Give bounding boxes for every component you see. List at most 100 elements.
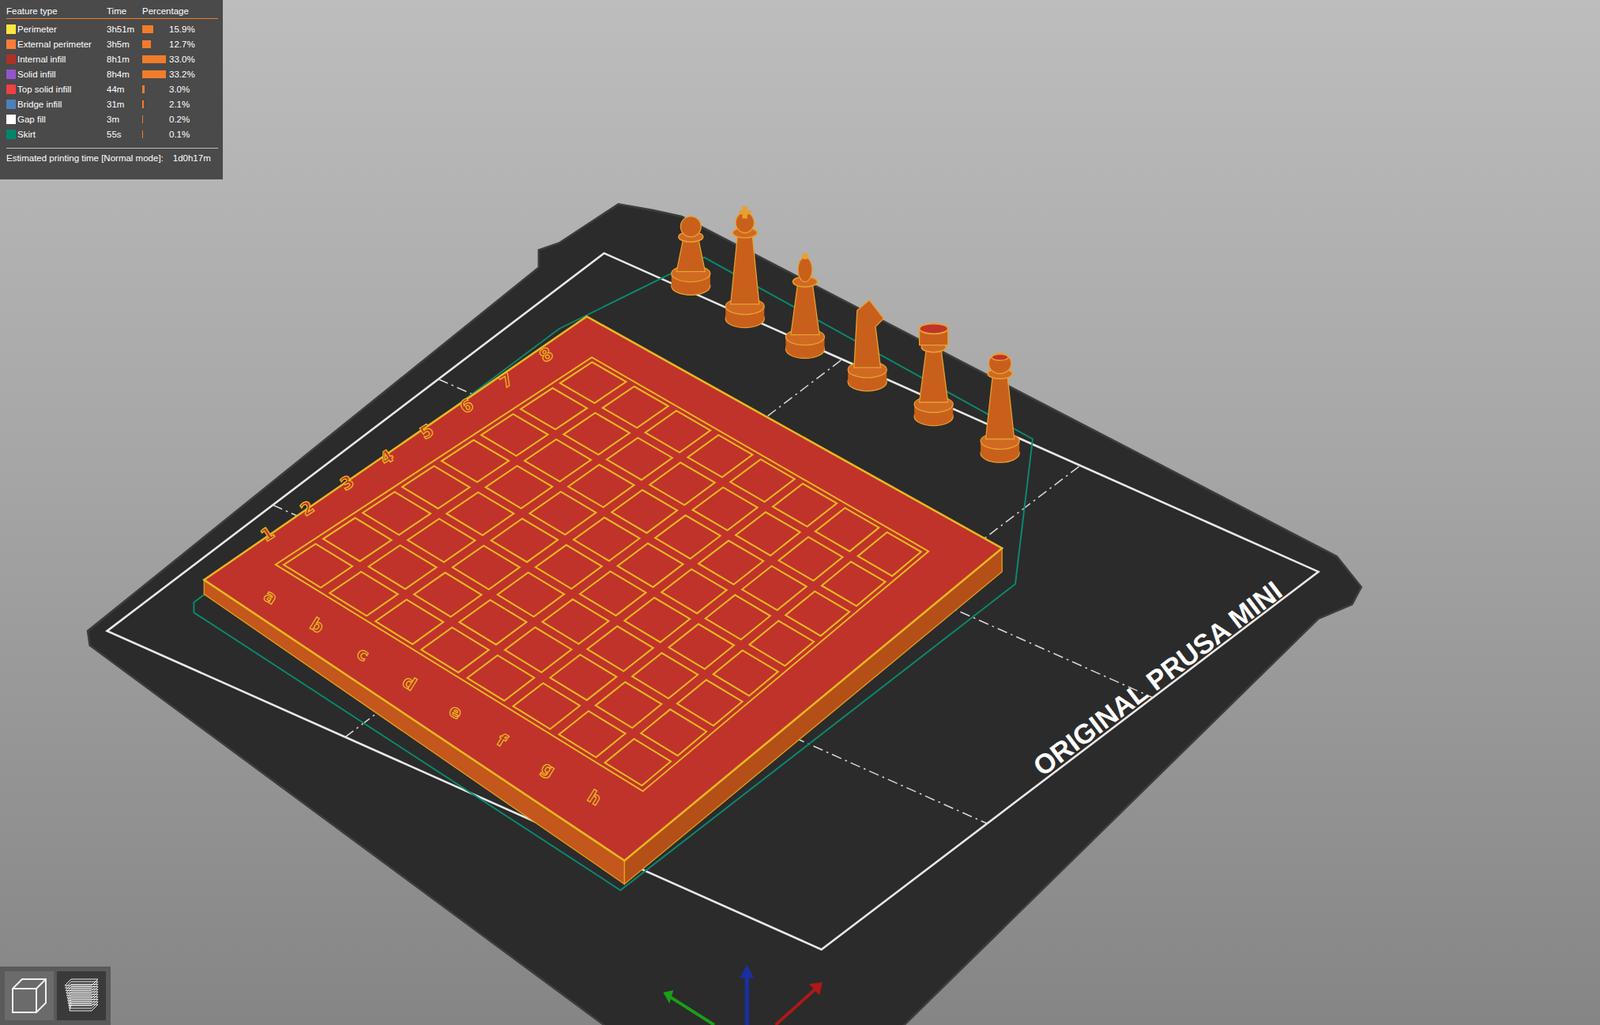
board-square <box>779 536 844 580</box>
legend-feature-name: Top solid infill <box>17 84 102 95</box>
legend-percentage: 33.2% <box>169 69 219 80</box>
board-square <box>573 517 640 561</box>
file-label: b <box>306 613 328 638</box>
board-square <box>713 650 779 697</box>
board-square <box>705 594 771 640</box>
cube-view-button[interactable] <box>4 971 54 1021</box>
file-label: g <box>538 756 560 781</box>
legend-time: 3h5m <box>106 39 143 49</box>
legend-swatch <box>6 39 16 49</box>
legend-swatch <box>6 129 16 140</box>
legend-row[interactable]: Bridge infill31m2.1% <box>6 96 219 112</box>
legend-row[interactable]: Solid infill 8h4m 33.2% <box>6 66 219 82</box>
legend-bar-fill <box>142 25 154 34</box>
legend-swatch <box>6 99 16 110</box>
file-label: h <box>583 786 605 810</box>
knight-piece[interactable] <box>847 300 887 392</box>
board-square <box>617 542 684 587</box>
legend-feature-name: External perimeter <box>17 39 102 49</box>
legend-swatch <box>6 114 16 125</box>
board-square <box>698 540 764 584</box>
legend-bar-fill <box>142 85 145 94</box>
legend-panel: Feature typeTimePercentage Perimeter 3h51m… <box>0 0 223 180</box>
legend-row[interactable]: Skirt 55s 0.1% <box>6 126 219 142</box>
legend-feature-name: Gap fill <box>17 114 102 125</box>
legend-feature-name: Skirt <box>17 129 102 140</box>
file-label: e <box>445 700 467 723</box>
legend-bar-track <box>142 115 166 124</box>
layers-icon <box>60 974 103 1017</box>
legend-row[interactable]: Internal infill8h1m33.0% <box>6 51 219 67</box>
legend-bar-fill <box>142 70 166 79</box>
rank-label: 1 <box>256 522 278 546</box>
legend-row[interactable]: Perimeter 3h51m 15.9% <box>6 21 219 37</box>
board-square <box>821 561 886 607</box>
board-square <box>649 462 716 505</box>
rook-piece[interactable] <box>914 323 953 426</box>
board-square <box>661 568 727 614</box>
legend-bar-track <box>142 40 166 49</box>
legend-row[interactable]: Top solid infill 44m 3.0% <box>6 81 219 97</box>
legend-time: 55s <box>106 129 143 140</box>
legend-row[interactable]: External perimeter 3h5m 12.7% <box>6 36 219 52</box>
layers-view-button[interactable] <box>56 971 106 1021</box>
legend-bar-track <box>142 100 166 109</box>
rank-label: 3 <box>336 470 358 494</box>
legend-swatch <box>6 54 16 64</box>
legend-percentage: 15.9% <box>169 24 219 34</box>
board-square <box>524 439 592 482</box>
legend-swatch <box>6 84 16 95</box>
rank-label: 2 <box>297 496 318 520</box>
legend-bar-track <box>142 70 166 79</box>
legend-column-header: Percentage <box>142 6 219 16</box>
board-square <box>579 571 646 616</box>
chess-board[interactable]: 12345678abcdefgh <box>203 316 1002 884</box>
estimated-time: Estimated printing time [Normal mode]:1d… <box>6 153 219 163</box>
legend-percentage: 0.1% <box>169 129 219 140</box>
board-square <box>611 489 678 533</box>
legend-percentage: 0.2% <box>169 114 219 125</box>
print-bed: ORIGINAL PRUSA MINI <box>87 203 1362 1025</box>
board-square <box>772 483 837 527</box>
legend-header: Feature typeTimePercentage <box>6 6 219 19</box>
queen-piece[interactable] <box>980 353 1020 463</box>
legend-percentage: 12.7% <box>169 39 219 49</box>
pawn-piece[interactable] <box>671 216 711 295</box>
preview-canvas[interactable]: ORIGINAL PRUSA MINI12345678abcdefgh <box>0 0 1600 1025</box>
bishop-piece[interactable] <box>785 252 825 358</box>
board-square <box>520 387 588 430</box>
legend-bar-fill <box>142 100 144 109</box>
legend-time: 8h4m <box>106 69 143 80</box>
board-square <box>485 465 553 509</box>
file-label: d <box>399 670 421 695</box>
legend-row[interactable]: Gap fill3m0.2% <box>6 111 219 127</box>
board-square <box>563 412 629 455</box>
legend-swatch <box>6 24 16 34</box>
legend-bar-fill <box>142 115 144 124</box>
board-square <box>668 624 735 670</box>
axes-gizmo <box>662 964 822 1025</box>
board-square <box>560 361 626 403</box>
legend-percentage: 2.1% <box>169 99 219 110</box>
file-label: a <box>260 585 282 609</box>
rank-label: 5 <box>416 420 437 444</box>
legend-time: 44m <box>106 84 143 95</box>
legend-column-header: Feature type <box>6 6 107 16</box>
rank-label: 7 <box>496 368 517 392</box>
king-piece[interactable] <box>725 206 765 328</box>
legend-bar-track <box>142 25 166 34</box>
legend-percentage: 3.0% <box>169 84 219 95</box>
legend-time: 3h51m <box>106 24 143 34</box>
cube-icon <box>7 974 51 1017</box>
board-square <box>741 565 807 610</box>
legend-bar-track <box>142 85 166 94</box>
board-square <box>749 621 814 667</box>
estimate-label: Estimated printing time [Normal mode]: <box>6 153 164 163</box>
legend-feature-name: Perimeter <box>17 24 102 34</box>
board-square <box>645 410 712 453</box>
board-square <box>606 437 673 480</box>
legend-feature-name: Solid infill <box>17 69 102 80</box>
rank-label: 6 <box>455 394 477 418</box>
legend-percentage: 33.0% <box>169 54 219 64</box>
board-square <box>858 531 922 576</box>
